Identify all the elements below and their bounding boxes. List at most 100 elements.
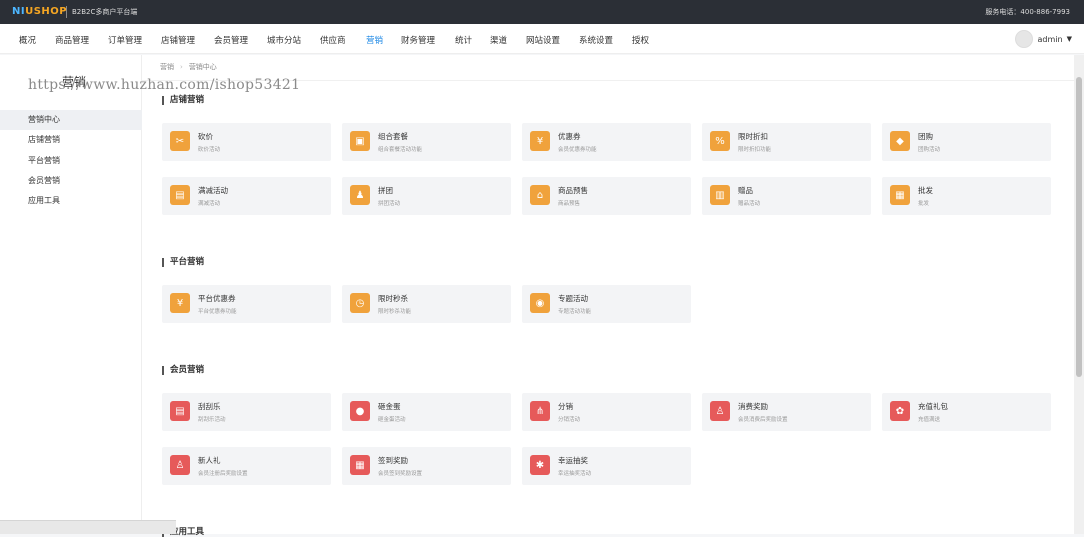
card-description: 会员签到奖励设置 [378,471,423,477]
card-description: 满减活动 [198,201,221,207]
card-name: 限时秒杀 [378,294,408,303]
marketing-card[interactable]: ⋔ 分销 分销活动 [522,393,691,431]
recharge-gift-icon: ✿ [890,401,910,421]
scrollbar[interactable] [1074,55,1084,534]
pintuan-icon: ♟ [350,185,370,205]
logo-divider [66,6,67,18]
card-description: 赠品活动 [738,201,761,207]
logo[interactable]: NIUSHOP [12,6,67,17]
card-name: 限时折扣 [738,132,768,141]
sidebar: 营销 营销中心 店铺营销 平台营销 会员营销 应用工具 [0,55,142,534]
card-name: 新人礼 [198,456,221,465]
nav-city-stations[interactable]: 城市分站 [267,34,301,46]
card-name: 幸运抽奖 [558,456,588,465]
status-bar [0,520,176,534]
marketing-card[interactable]: ¥ 平台优惠券 平台优惠券功能 [162,285,331,323]
breadcrumb-current: 营销中心 [188,63,217,71]
section-title-store: 店铺营销 [162,96,204,105]
marketing-card[interactable]: ▦ 批发 批发 [882,177,1051,215]
marketing-card[interactable]: ▤ 满减活动 满减活动 [162,177,331,215]
nav-overview[interactable]: 概况 [19,34,36,46]
platform-coupon-icon: ¥ [170,293,190,313]
card-name: 批发 [918,186,933,195]
marketing-card[interactable]: ¥ 优惠券 会员优惠券功能 [522,123,691,161]
card-description: 刮刮乐活动 [198,417,226,423]
nav-finance[interactable]: 财务管理 [401,34,435,46]
marketing-card[interactable]: ⌂ 商品预售 商品预售 [522,177,691,215]
marketing-card[interactable]: ▤ 刮刮乐 刮刮乐活动 [162,393,331,431]
card-name: 团购 [918,132,933,141]
marketing-card[interactable]: ♙ 消费奖励 会员消费后奖励设置 [702,393,871,431]
nav-members[interactable]: 会员管理 [214,34,248,46]
card-name: 砍价 [198,132,213,141]
marketing-card[interactable]: ● 砸金蛋 砸金蛋活动 [342,393,511,431]
card-description: 团购活动 [918,147,941,153]
sidebar-item-platform-marketing[interactable]: 平台营销 [0,151,142,171]
scratch-card-icon: ▤ [170,401,190,421]
card-description: 分销活动 [558,417,581,423]
admin-menu[interactable]: admin ▼ [1014,29,1072,49]
card-description: 拼团活动 [378,201,401,207]
card-description: 幸运抽奖活动 [558,471,592,477]
card-name: 商品预售 [558,186,588,195]
marketing-card[interactable]: ▥ 赠品 赠品活动 [702,177,871,215]
platform-subtitle: B2B2C多商户平台端 [72,8,138,16]
nav-stores[interactable]: 店铺管理 [161,34,195,46]
watermark-text: https://www.huzhan.com/ishop53421 [28,77,301,93]
bargain-icon: ✂ [170,131,190,151]
section-title-member: 会员营销 [162,366,204,375]
card-description: 平台优惠券功能 [198,309,237,315]
nav-site-settings[interactable]: 网站设置 [526,34,560,46]
card-name: 拼团 [378,186,393,195]
marketing-card[interactable]: ◉ 专题活动 专题活动功能 [522,285,691,323]
nav-products[interactable]: 商品管理 [55,34,89,46]
lucky-draw-icon: ✱ [530,455,550,475]
marketing-card[interactable]: ♟ 拼团拼团活动 [342,177,511,215]
card-name: 充值礼包 [918,402,948,411]
signin-reward-icon: ▦ [350,455,370,475]
card-name: 组合套餐 [378,132,408,141]
consume-reward-icon: ♙ [710,401,730,421]
breadcrumb: 营销 › 营销中心 [160,63,217,71]
sidebar-item-app-tools[interactable]: 应用工具 [0,191,142,211]
card-description: 会员优惠券功能 [558,147,597,153]
card-description: 会员注册后奖励设置 [198,471,248,477]
sidebar-item-member-marketing[interactable]: 会员营销 [0,171,142,191]
card-name: 签到奖励 [378,456,408,465]
discount-icon: % [710,131,730,151]
nav-orders[interactable]: 订单管理 [108,34,142,46]
card-name: 消费奖励 [738,402,768,411]
coupon-icon: ¥ [530,131,550,151]
combo-icon: ▣ [350,131,370,151]
seckill-icon: ◷ [350,293,370,313]
marketing-card[interactable]: ✿ 充值礼包 充值满送 [882,393,1051,431]
sidebar-item-store-marketing[interactable]: 店铺营销 [0,130,142,150]
sidebar-item-marketing-center[interactable]: 营销中心 [0,110,142,130]
card-description: 专题活动功能 [558,309,592,315]
nav-marketing[interactable]: 营销 [366,34,383,46]
distribution-icon: ⋔ [530,401,550,421]
nav-statistics[interactable]: 统计 [455,34,472,46]
marketing-card[interactable]: ♙ 新人礼 会员注册后奖励设置 [162,447,331,485]
topic-icon: ◉ [530,293,550,313]
breadcrumb-item[interactable]: 营销 [160,63,174,71]
card-description: 砸金蛋活动 [378,417,406,423]
marketing-card[interactable]: ✂ 砍价 砍价活动 [162,123,331,161]
nav-license[interactable]: 授权 [632,34,649,46]
marketing-card[interactable]: ◆ 团购 团购活动 [882,123,1051,161]
marketing-card[interactable]: ▣ 组合套餐 组合套餐活动功能 [342,123,511,161]
card-name: 砸金蛋 [378,402,401,411]
marketing-card[interactable]: % 限时折扣限时折扣功能 [702,123,871,161]
card-name: 赠品 [738,186,753,195]
full-reduction-icon: ▤ [170,185,190,205]
card-description: 限时折扣功能 [738,147,772,153]
scrollbar-thumb[interactable] [1076,77,1082,377]
card-name: 满减活动 [198,186,228,195]
nav-system-settings[interactable]: 系统设置 [579,34,613,46]
marketing-card[interactable]: ◷ 限时秒杀 限时秒杀功能 [342,285,511,323]
marketing-card[interactable]: ▦ 签到奖励会员签到奖励设置 [342,447,511,485]
marketing-card[interactable]: ✱ 幸运抽奖幸运抽奖活动 [522,447,691,485]
nav-channels[interactable]: 渠道 [490,34,507,46]
nav-suppliers[interactable]: 供应商 [320,34,346,46]
chevron-down-icon: ▼ [1066,35,1072,43]
